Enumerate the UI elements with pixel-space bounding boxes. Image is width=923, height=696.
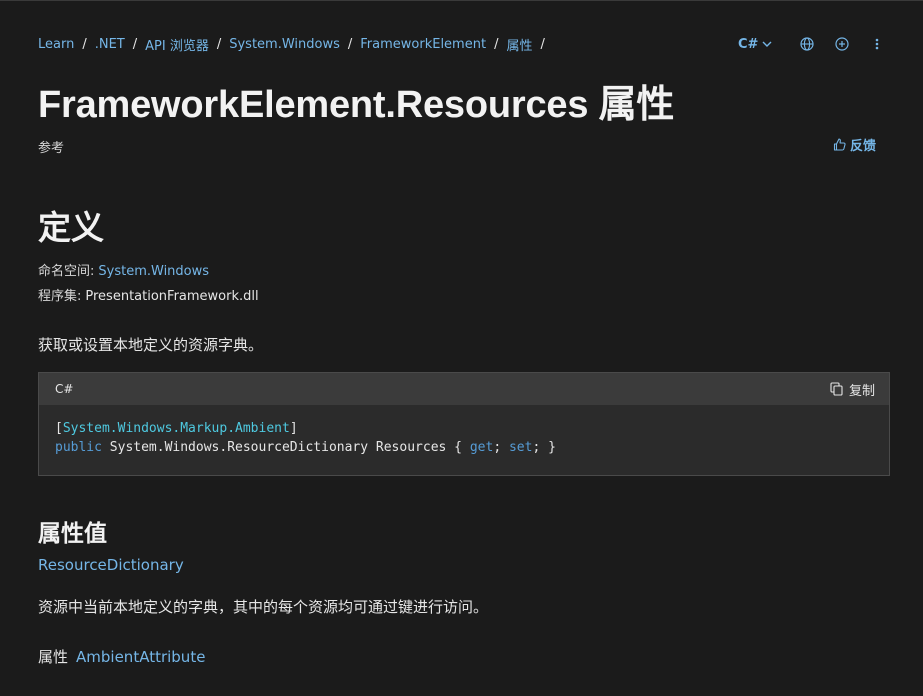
- code-header: C# 复制: [39, 373, 889, 405]
- code-language-label: C#: [55, 382, 74, 396]
- namespace-line: 命名空间: System.Windows: [38, 260, 209, 279]
- attribute-link[interactable]: AmbientAttribute: [76, 648, 205, 666]
- breadcrumb-separator: /: [347, 37, 353, 52]
- breadcrumb-properties[interactable]: 属性: [506, 35, 532, 54]
- definition-heading: 定义: [38, 208, 104, 247]
- copy-icon: [830, 382, 843, 396]
- code-bracket-open: [: [55, 421, 63, 436]
- breadcrumb-separator: /: [216, 37, 222, 52]
- breadcrumb-learn[interactable]: Learn: [38, 37, 74, 52]
- language-selector-label: C#: [738, 36, 759, 52]
- property-type-link[interactable]: ResourceDictionary: [38, 556, 184, 574]
- breadcrumb-separator: /: [540, 37, 545, 52]
- property-value-description: 资源中当前本地定义的字典，其中的每个资源均可通过键进行访问。: [38, 598, 489, 616]
- code-block: C# 复制 [System.Windows.Markup.Ambient] pu…: [38, 372, 890, 476]
- assembly-value: PresentationFramework.dll: [85, 289, 259, 304]
- breadcrumb-separator: /: [494, 37, 499, 52]
- breadcrumb-dotnet[interactable]: .NET: [95, 37, 125, 52]
- breadcrumb-frameworkelement[interactable]: FrameworkElement: [360, 37, 486, 52]
- property-value-heading: 属性值: [38, 521, 107, 547]
- namespace-label: 命名空间:: [38, 264, 95, 279]
- breadcrumb-separator: /: [132, 37, 138, 52]
- add-circle-icon[interactable]: [832, 34, 852, 54]
- code-keyword-get: get: [469, 440, 494, 455]
- feedback-button[interactable]: 反馈: [833, 135, 876, 154]
- feedback-label: 反馈: [850, 139, 877, 154]
- code-end: ; }: [532, 440, 556, 455]
- copy-label: 复制: [848, 383, 875, 399]
- top-actions: C#: [738, 34, 887, 54]
- attributes-line: 属性 AmbientAttribute: [38, 646, 205, 667]
- code-declaration: System.Windows.ResourceDictionary Resour…: [101, 440, 470, 455]
- breadcrumb: Learn / .NET / API 浏览器 / System.Windows …: [38, 35, 553, 54]
- code-attribute-name: System.Windows.Markup.Ambient: [62, 421, 290, 436]
- summary-text: 获取或设置本地定义的资源字典。: [38, 336, 264, 354]
- copy-button[interactable]: 复制: [830, 380, 875, 399]
- thumbs-up-icon: [833, 138, 846, 151]
- assembly-line: 程序集: PresentationFramework.dll: [38, 285, 259, 304]
- page-type-label: 参考: [38, 141, 65, 156]
- code-bracket-close: ]: [289, 421, 298, 436]
- code-keyword-public: public: [55, 440, 102, 455]
- chevron-down-icon: [762, 41, 772, 47]
- attributes-label: 属性: [38, 648, 69, 666]
- code-separator: ;: [493, 440, 509, 455]
- breadcrumb-system-windows[interactable]: System.Windows: [229, 37, 340, 52]
- more-vertical-icon[interactable]: [867, 34, 887, 54]
- language-selector[interactable]: C#: [738, 37, 772, 52]
- globe-icon[interactable]: [797, 34, 817, 54]
- namespace-link[interactable]: System.Windows: [98, 264, 209, 279]
- assembly-label: 程序集:: [38, 289, 82, 304]
- breadcrumb-api-browser[interactable]: API 浏览器: [145, 35, 209, 54]
- code-body: [System.Windows.Markup.Ambient] public S…: [39, 405, 889, 471]
- page-title: FrameworkElement.Resources 属性: [38, 84, 675, 126]
- breadcrumb-separator: /: [82, 37, 87, 52]
- code-keyword-set: set: [508, 440, 533, 455]
